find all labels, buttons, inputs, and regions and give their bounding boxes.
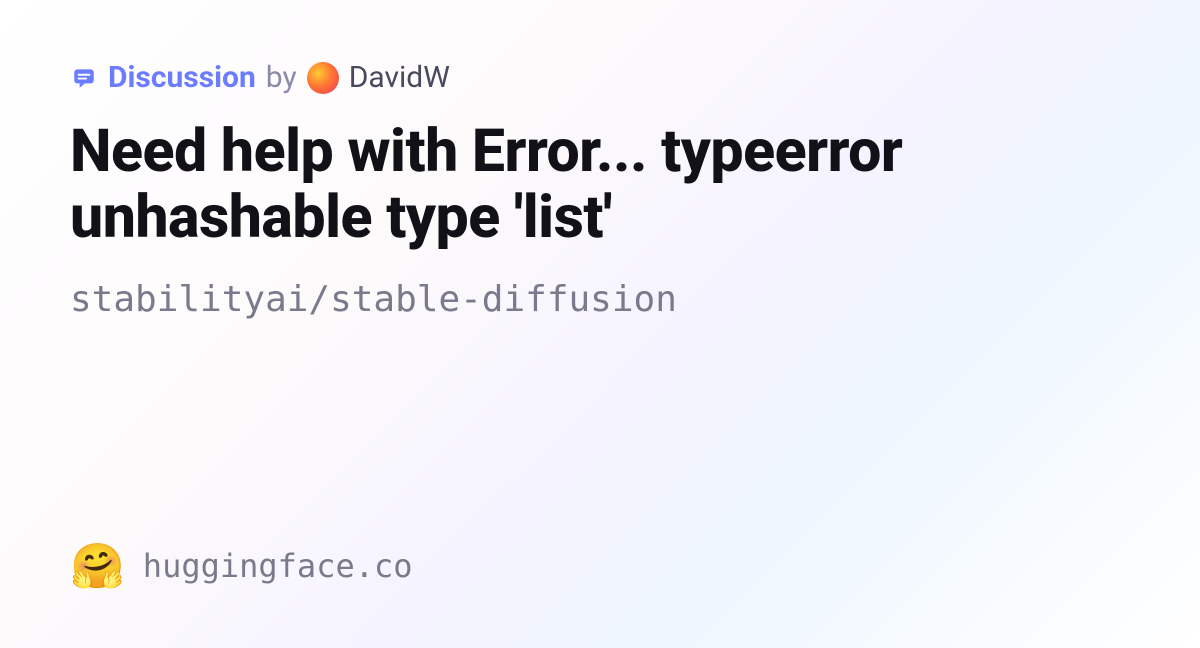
discussion-title: Need help with Error... typeerror unhash… [70,119,1130,251]
discussion-icon [70,64,98,92]
username: DavidW [349,60,450,95]
social-card: Discussion by DavidW Need help with Erro… [0,0,1200,648]
site-url: huggingface.co [143,547,413,585]
avatar [307,62,339,94]
discussion-label: Discussion [108,60,256,95]
header-row: Discussion by DavidW [70,60,1130,95]
huggingface-icon: 🤗 [70,544,125,588]
repo-path: stabilityai/stable-diffusion [70,279,1130,320]
by-text: by [266,60,297,95]
footer: 🤗 huggingface.co [70,544,1130,588]
